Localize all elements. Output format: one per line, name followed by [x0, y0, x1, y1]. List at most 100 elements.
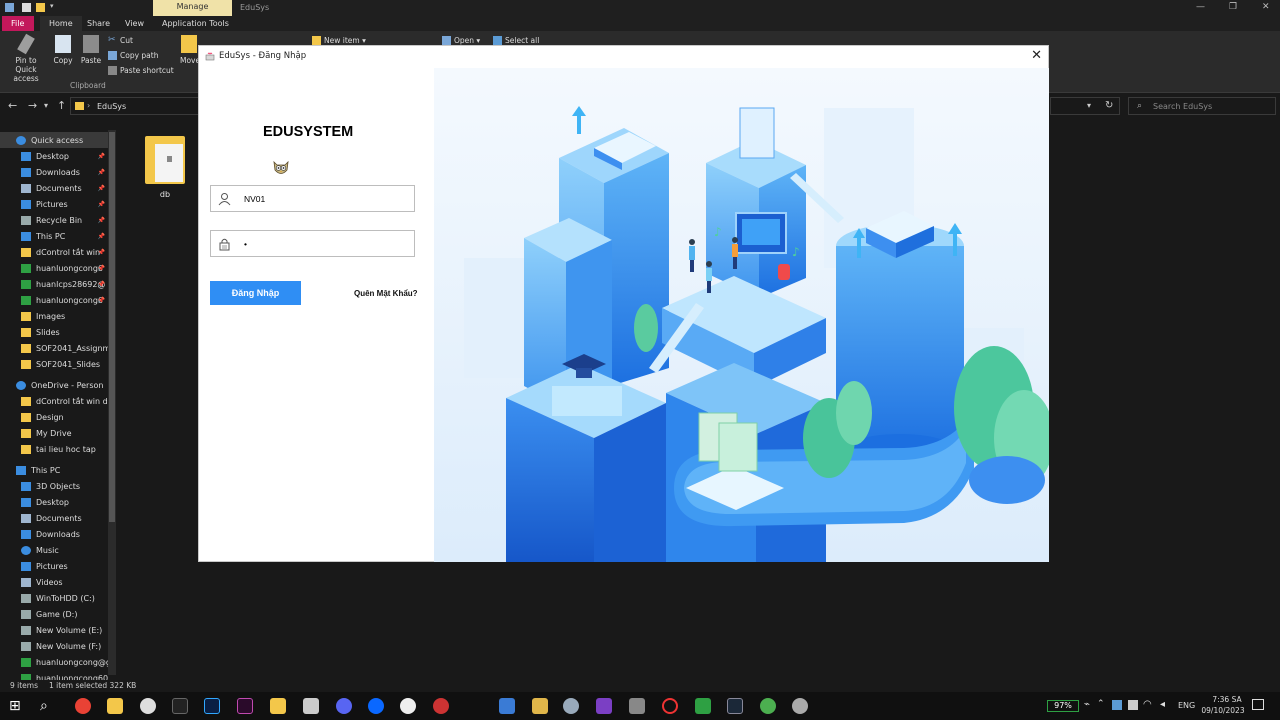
tab-application-tools[interactable]: Application Tools	[153, 16, 238, 31]
language-indicator[interactable]: ENG	[1178, 701, 1195, 710]
app-cube-icon[interactable]	[499, 698, 515, 714]
sidebar-item[interactable]: huanluongcong6 📌	[0, 292, 108, 308]
minimize-icon[interactable]: —	[1196, 2, 1205, 12]
tab-home[interactable]: Home	[40, 16, 82, 31]
sidebar-item[interactable]: Documents 📌	[0, 180, 108, 196]
recent-chevron-icon[interactable]: ▾	[44, 101, 48, 110]
photoshop-icon[interactable]	[204, 698, 220, 714]
owl-icon[interactable]	[760, 698, 776, 714]
image-app-icon[interactable]	[303, 698, 319, 714]
address-dropdown[interactable]: ▾ ↻	[1050, 97, 1120, 115]
tray-app2-icon[interactable]	[1128, 700, 1138, 710]
game-icon[interactable]	[400, 698, 416, 714]
paste-shortcut-button[interactable]: Paste shortcut	[108, 66, 174, 75]
close-icon[interactable]: ✕	[1031, 48, 1042, 63]
steam-icon[interactable]	[727, 698, 743, 714]
discord-icon[interactable]	[336, 698, 352, 714]
clock-time[interactable]: 7:36 SA	[1205, 695, 1249, 704]
sidebar-item[interactable]: Quick access	[0, 132, 108, 148]
pin-icon[interactable]: 📌	[98, 169, 105, 176]
sidebar-item[interactable]: Slides	[0, 324, 108, 340]
notification-icon[interactable]	[1252, 699, 1264, 710]
cut-button[interactable]: ✂ Cut	[108, 36, 133, 46]
vector-app-icon[interactable]	[237, 698, 253, 714]
opera-icon[interactable]	[662, 698, 678, 714]
battery-indicator[interactable]: 97%	[1047, 700, 1079, 712]
pin-icon[interactable]: 📌	[98, 201, 105, 208]
file-item-db[interactable]: db	[143, 132, 187, 199]
select-all-button[interactable]: Select all	[493, 36, 539, 45]
sidebar-item[interactable]: New Volume (F:)	[0, 638, 108, 654]
paste-button[interactable]: Paste	[80, 35, 102, 65]
tray-app-icon[interactable]	[1112, 700, 1122, 710]
tab-file[interactable]: File	[2, 16, 34, 31]
sidebar-item[interactable]: Design	[0, 409, 108, 425]
maximize-icon[interactable]: ❐	[1229, 2, 1237, 12]
copy-path-button[interactable]: Copy path	[108, 51, 158, 60]
windows-start-icon[interactable]: ⊞	[9, 698, 25, 714]
chevron-down-icon[interactable]: ▾	[50, 2, 56, 11]
file-explorer-icon[interactable]	[107, 698, 123, 714]
bird-icon[interactable]	[563, 698, 579, 714]
sidebar-item[interactable]: This PC 📌	[0, 228, 108, 244]
visual-studio-icon[interactable]	[596, 698, 612, 714]
globe-icon[interactable]	[792, 698, 808, 714]
sidebar-item[interactable]: Downloads	[0, 526, 108, 542]
sidebar-item[interactable]: Recycle Bin 📌	[0, 212, 108, 228]
sidebar-item[interactable]: huanluongcong@gr	[0, 654, 108, 670]
open-button[interactable]: Open ▾	[442, 36, 480, 45]
new-item-button[interactable]: New item ▾	[312, 36, 366, 45]
sidebar-item[interactable]: WinToHDD (C:)	[0, 590, 108, 606]
sidebar-item[interactable]: Pictures 📌	[0, 196, 108, 212]
password-input[interactable]	[244, 236, 404, 252]
sidebar-item[interactable]: dControl tắt win 📌	[0, 244, 108, 260]
new-folder-icon[interactable]	[36, 3, 45, 12]
spreadsheet-icon[interactable]	[695, 698, 711, 714]
sidebar-item[interactable]: Game (D:)	[0, 606, 108, 622]
properties-icon[interactable]	[22, 3, 31, 12]
search-icon[interactable]: ⌕	[40, 698, 56, 714]
sidebar-item[interactable]: dControl tắt win def	[0, 393, 108, 409]
sidebar-item[interactable]: This PC	[0, 462, 108, 478]
pin-quick-access-button[interactable]: Pin to Quick access	[4, 33, 48, 83]
back-icon[interactable]: ←	[8, 99, 17, 112]
sidebar-item[interactable]: tai lieu hoc tap	[0, 441, 108, 457]
sidebar-item[interactable]: SOF2041_Slides	[0, 356, 108, 372]
move-to-button[interactable]: Move to	[180, 35, 198, 65]
unity-icon[interactable]	[629, 698, 645, 714]
pin-icon[interactable]: 📌	[98, 233, 105, 240]
sidebar-item[interactable]: Desktop 📌	[0, 148, 108, 164]
pin-icon[interactable]: 📌	[98, 281, 105, 288]
chevron-down-icon[interactable]: ▾	[1087, 101, 1091, 110]
zalo-icon[interactable]	[368, 698, 384, 714]
sidebar-item[interactable]: Images	[0, 308, 108, 324]
folder-app-icon[interactable]	[532, 698, 548, 714]
sidebar-item[interactable]: SOF2041_Assignmer	[0, 340, 108, 356]
username-input[interactable]	[244, 191, 404, 207]
password-field[interactable]	[210, 230, 415, 257]
sidebar-item[interactable]: Music	[0, 542, 108, 558]
address-input[interactable]: › EduSys	[70, 97, 200, 115]
sidebar-item[interactable]: huanlcps28692@ 📌	[0, 276, 108, 292]
sidebar-item[interactable]: OneDrive - Personal	[0, 377, 108, 393]
chrome-icon[interactable]	[75, 698, 91, 714]
up-icon[interactable]: ↑	[57, 99, 66, 112]
sidebar-item[interactable]: Pictures	[0, 558, 108, 574]
volume-icon[interactable]: ◂	[1160, 699, 1165, 710]
sidebar-item[interactable]: My Drive	[0, 425, 108, 441]
wifi-icon[interactable]: ◠	[1143, 699, 1152, 710]
copy-button[interactable]: Copy	[52, 35, 74, 65]
clock-date[interactable]: 09/10/2023	[1200, 706, 1246, 715]
login-button[interactable]: Đăng Nhập	[210, 281, 301, 305]
sidebar-item[interactable]: New Volume (E:)	[0, 622, 108, 638]
username-field[interactable]	[210, 185, 415, 212]
sidebar-scrollbar-thumb[interactable]	[109, 132, 115, 522]
forward-icon[interactable]: →	[28, 99, 37, 112]
sidebar-item[interactable]: 3D Objects	[0, 478, 108, 494]
sidebar-item[interactable]: huanluongcong606	[0, 670, 108, 680]
rockstar-icon[interactable]	[270, 698, 286, 714]
pin-icon[interactable]: 📌	[98, 265, 105, 272]
sidebar-item[interactable]: Videos	[0, 574, 108, 590]
search-input[interactable]: ⌕ Search EduSys	[1128, 97, 1276, 115]
network-icon[interactable]: ⌁	[1084, 699, 1090, 710]
